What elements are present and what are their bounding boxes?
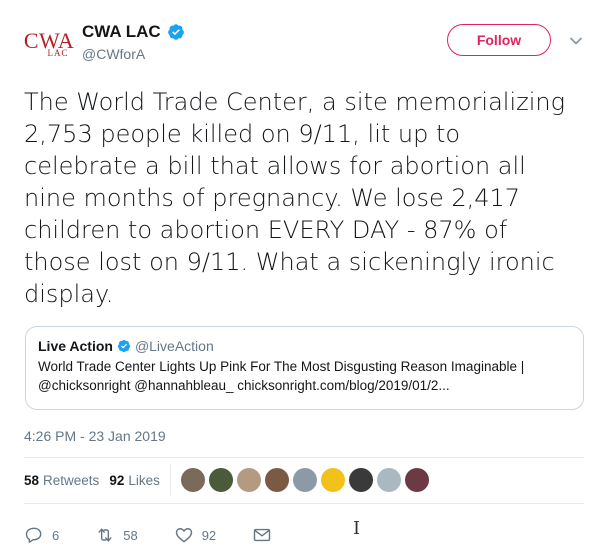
retweet-count: 58 — [123, 527, 138, 543]
account-handle[interactable]: @CWforA — [82, 46, 185, 62]
divider — [24, 503, 584, 504]
quote-author-name: Live Action — [38, 338, 113, 354]
reply-count: 6 — [52, 527, 60, 543]
liker-avatar[interactable] — [236, 468, 261, 492]
direct-message-button[interactable] — [252, 525, 272, 545]
verified-icon — [117, 339, 131, 353]
likes-stat[interactable]: 92 Likes — [109, 473, 160, 488]
liker-avatar[interactable] — [348, 468, 373, 492]
likes-count: 92 — [109, 472, 125, 488]
tweet-timestamp[interactable]: 4:26 PM - 23 Jan 2019 — [24, 428, 166, 444]
quote-author-handle: @LiveAction — [134, 338, 214, 354]
retweets-stat[interactable]: 58 Retweets — [24, 473, 99, 488]
retweet-button[interactable]: 58 — [95, 525, 138, 545]
display-name[interactable]: CWA LAC — [82, 22, 161, 42]
logo-subtext: LAC — [47, 48, 69, 58]
retweet-icon — [98, 528, 112, 542]
divider — [169, 464, 171, 496]
liker-avatar[interactable] — [404, 468, 429, 492]
like-count: 92 — [201, 527, 217, 543]
heart-icon — [175, 528, 192, 543]
like-button[interactable]: 92 — [174, 525, 216, 545]
reply-button[interactable]: 6 — [24, 525, 59, 545]
tweet-header: CWA LAC CWA LAC @CWforA Follow — [24, 20, 584, 72]
retweets-label: Retweets — [43, 472, 100, 488]
avatar[interactable]: CWA LAC — [24, 22, 74, 66]
liker-avatar[interactable] — [264, 468, 289, 492]
retweets-count: 58 — [24, 472, 40, 488]
likes-label: Likes — [128, 472, 160, 488]
engagement-stats: 58 Retweets 92 Likes — [24, 458, 584, 502]
account-names: CWA LAC @CWforA — [82, 22, 185, 62]
liker-avatar[interactable] — [292, 468, 317, 492]
liker-avatar[interactable] — [320, 468, 345, 492]
quote-text-line-2: @chicksonright @hannahbleau_ chicksonrig… — [38, 378, 450, 393]
tweet-actions: 6 58 92 — [24, 520, 584, 550]
quote-text-line-1: World Trade Center Lights Up Pink For Th… — [38, 359, 525, 374]
liker-avatar[interactable] — [208, 468, 233, 492]
liker-avatar[interactable] — [180, 468, 205, 492]
chevron-down-icon[interactable] — [569, 34, 583, 48]
reply-icon — [25, 527, 42, 543]
tweet-text: The World Trade Center, a site memoriali… — [24, 88, 566, 308]
text-cursor-icon: I — [353, 518, 361, 539]
follow-button[interactable]: Follow — [447, 24, 551, 56]
envelope-icon — [253, 528, 271, 542]
liker-avatars — [180, 468, 429, 492]
quoted-tweet[interactable]: Live Action @LiveAction World Trade Cent… — [25, 326, 584, 410]
liker-avatar[interactable] — [376, 468, 401, 492]
verified-icon — [167, 24, 184, 40]
